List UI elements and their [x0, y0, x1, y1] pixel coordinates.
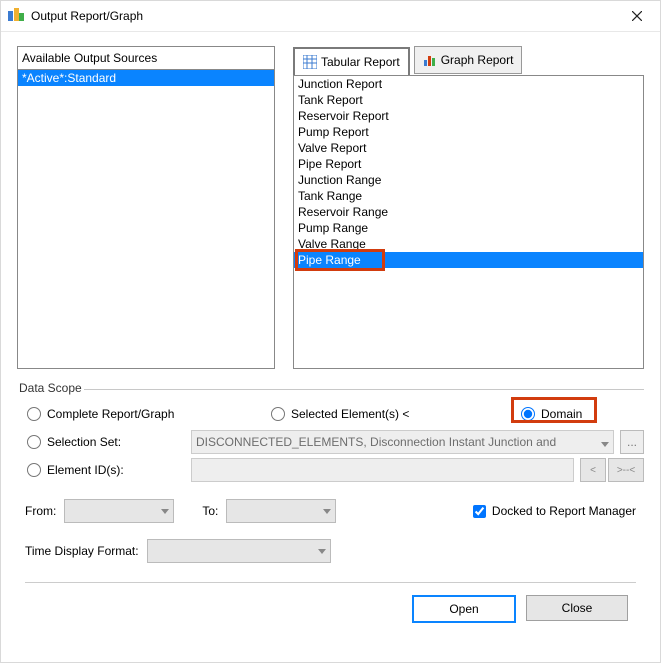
- report-item[interactable]: Junction Report: [294, 76, 643, 92]
- report-item[interactable]: Junction Range: [294, 172, 643, 188]
- next-icon: >--<: [617, 465, 635, 476]
- report-item[interactable]: Tank Report: [294, 92, 643, 108]
- docked-checkbox[interactable]: Docked to Report Manager: [473, 504, 636, 518]
- radio-selected-input[interactable]: [271, 407, 285, 421]
- docked-checkbox-input[interactable]: [473, 505, 486, 518]
- report-item[interactable]: Pump Report: [294, 124, 643, 140]
- window-title: Output Report/Graph: [31, 9, 614, 23]
- close-icon: [632, 11, 642, 21]
- top-row: Available Output Sources *Active*:Standa…: [17, 46, 644, 369]
- report-item[interactable]: Pipe Report: [294, 156, 643, 172]
- time-format-label: Time Display Format:: [25, 544, 139, 558]
- time-range-row: From: To: Docked to Report Manager: [17, 484, 644, 526]
- sources-header: Available Output Sources: [17, 46, 275, 69]
- tab-label: Graph Report: [441, 53, 514, 67]
- radio-label: Selected Element(s) <: [291, 407, 409, 421]
- from-combo[interactable]: [64, 499, 174, 523]
- from-label: From:: [25, 504, 56, 518]
- footer-buttons: Open Close: [17, 583, 644, 623]
- combo-text: DISCONNECTED_ELEMENTS, Disconnection Ins…: [196, 435, 556, 449]
- radio-complete-input[interactable]: [27, 407, 41, 421]
- radio-label: Selection Set:: [47, 435, 121, 449]
- prev-icon: <: [590, 465, 596, 476]
- radio-label: Complete Report/Graph: [47, 407, 174, 421]
- checkbox-label: Docked to Report Manager: [492, 504, 636, 518]
- ellipsis-label: ...: [627, 435, 637, 449]
- next-id-button[interactable]: >--<: [608, 458, 644, 482]
- radio-selected-elements[interactable]: Selected Element(s) <: [271, 407, 521, 421]
- radio-complete-report[interactable]: Complete Report/Graph: [17, 407, 271, 421]
- prev-id-button[interactable]: <: [580, 458, 606, 482]
- scope-selection-set-row: Selection Set: DISCONNECTED_ELEMENTS, Di…: [17, 428, 644, 456]
- chevron-down-icon: [601, 436, 609, 450]
- radio-selection-set[interactable]: Selection Set:: [27, 435, 185, 449]
- to-combo[interactable]: [226, 499, 336, 523]
- report-item-selected[interactable]: Pipe Range: [294, 252, 643, 268]
- radio-selection-set-input[interactable]: [27, 435, 41, 449]
- chevron-down-icon: [161, 509, 169, 514]
- dialog-content: Available Output Sources *Active*:Standa…: [1, 32, 660, 662]
- sources-column: Available Output Sources *Active*:Standa…: [17, 46, 275, 369]
- app-icon: [7, 7, 25, 25]
- source-item[interactable]: *Active*:Standard: [18, 70, 274, 86]
- dialog-window: Output Report/Graph Available Output Sou…: [0, 0, 661, 663]
- button-label: Open: [449, 602, 478, 616]
- tab-tabular-report[interactable]: Tabular Report: [293, 47, 410, 76]
- data-scope-legend: Data Scope: [17, 381, 84, 395]
- scope-element-ids-row: Element ID(s): < >--<: [17, 456, 644, 484]
- report-item[interactable]: Valve Range: [294, 236, 643, 252]
- window-close-button[interactable]: [614, 1, 660, 31]
- scope-radio-row-1: Complete Report/Graph Selected Element(s…: [17, 400, 644, 428]
- report-item[interactable]: Reservoir Range: [294, 204, 643, 220]
- selection-set-browse-button[interactable]: ...: [620, 430, 644, 454]
- chart-icon: [423, 53, 437, 67]
- time-format-row: Time Display Format:: [17, 526, 644, 566]
- radio-element-ids-input[interactable]: [27, 463, 41, 477]
- open-button[interactable]: Open: [412, 595, 516, 623]
- report-item[interactable]: Pump Range: [294, 220, 643, 236]
- radio-label: Element ID(s):: [47, 463, 124, 477]
- element-id-step-buttons: < >--<: [580, 458, 644, 482]
- tabs: Tabular Report Graph Report: [293, 46, 644, 75]
- button-label: Close: [562, 601, 593, 615]
- titlebar: Output Report/Graph: [1, 1, 660, 32]
- sources-list[interactable]: *Active*:Standard: [17, 69, 275, 369]
- table-icon: [303, 55, 317, 69]
- report-item[interactable]: Valve Report: [294, 140, 643, 156]
- element-ids-input[interactable]: [191, 458, 574, 482]
- data-scope-group: Data Scope Complete Report/Graph Selecte…: [17, 389, 644, 484]
- selection-set-combo[interactable]: DISCONNECTED_ELEMENTS, Disconnection Ins…: [191, 430, 614, 454]
- reports-column: Tabular Report Graph Report Junction Rep…: [293, 46, 644, 369]
- radio-domain[interactable]: Domain: [521, 407, 582, 421]
- report-item[interactable]: Tank Range: [294, 188, 643, 204]
- time-format-combo[interactable]: [147, 539, 331, 563]
- report-item[interactable]: Reservoir Report: [294, 108, 643, 124]
- chevron-down-icon: [318, 549, 326, 554]
- radio-label: Domain: [541, 407, 582, 421]
- to-label: To:: [202, 504, 218, 518]
- chevron-down-icon: [323, 509, 331, 514]
- radio-element-ids[interactable]: Element ID(s):: [27, 463, 185, 477]
- tab-graph-report[interactable]: Graph Report: [414, 46, 523, 74]
- close-button[interactable]: Close: [526, 595, 628, 621]
- radio-domain-input[interactable]: [521, 407, 535, 421]
- report-list[interactable]: Junction Report Tank Report Reservoir Re…: [293, 75, 644, 369]
- tab-label: Tabular Report: [321, 55, 400, 69]
